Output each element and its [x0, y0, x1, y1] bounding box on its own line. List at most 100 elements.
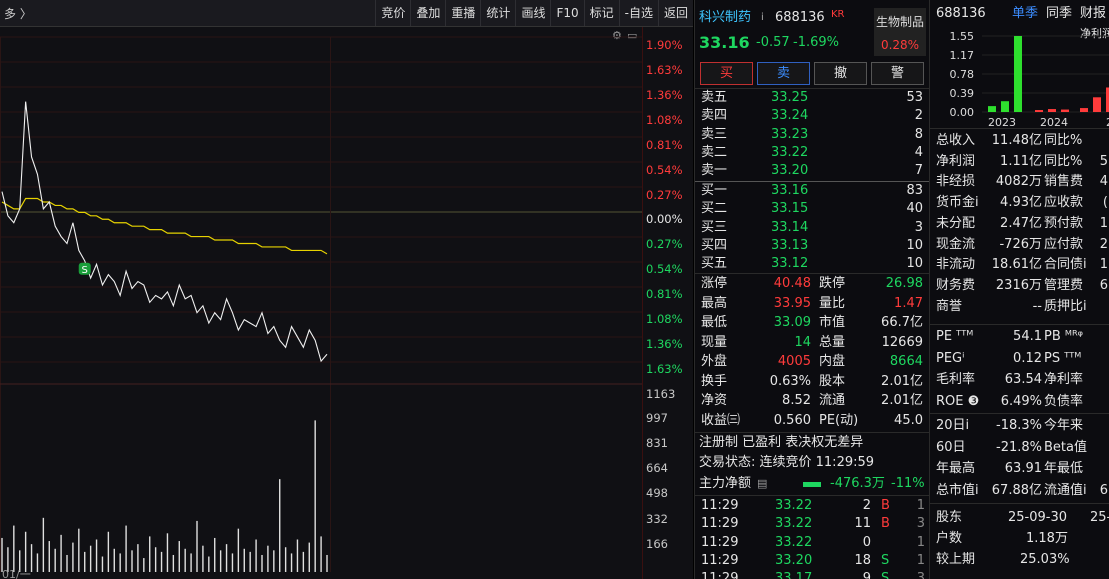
stat-label: 股本 [819, 373, 846, 389]
fin-label: 年最高 [936, 461, 976, 476]
holders-label: 股东 [936, 510, 963, 525]
fin-label: 非流动 [936, 257, 976, 273]
fin-row: 60日 -21.8% Beta值 [930, 438, 1109, 458]
order-book-row[interactable]: 卖三 33.23 8 [695, 126, 929, 144]
toolbar-button-5[interactable]: F10 [550, 0, 583, 26]
volume-axis-label: 1163 [646, 387, 676, 401]
fin-label: 总收入 [936, 133, 976, 148]
order-book-volume: 2 [914, 108, 923, 124]
tick-side: B [881, 498, 890, 513]
stock-tags: 注册制 已盈利 表决权无差异 [699, 435, 864, 450]
fin-bar [1080, 108, 1088, 112]
order-book-volume: 10 [906, 256, 923, 272]
stat-value: 0.560 [773, 412, 811, 428]
tick-volume: 11 [854, 516, 871, 532]
order-book-price: 33.15 [771, 201, 809, 217]
fin-value: 18.61亿 [991, 257, 1042, 273]
order-book-row[interactable]: 买五 33.12 10 [695, 255, 929, 273]
price-volume-chart[interactable]: S [0, 27, 643, 579]
stat-row: 涨停 40.48 跌停 26.98 [695, 275, 929, 293]
tick-side: S [881, 571, 890, 579]
volume-axis-label: 498 [646, 486, 668, 500]
tick-count: 1 [916, 552, 925, 568]
stock-name[interactable]: 科兴制药 [699, 9, 751, 27]
stat-value: 33.09 [773, 315, 811, 330]
toolbar-button-2[interactable]: 重播 [445, 0, 480, 26]
stat-value: 4005 [777, 354, 811, 369]
flow-detail-icon[interactable]: ▤ [757, 475, 767, 493]
toolbar-button-3[interactable]: 统计 [480, 0, 515, 26]
fin-label: 商誉 [936, 298, 963, 314]
order-book-row[interactable]: 卖二 33.22 4 [695, 144, 929, 162]
tab-report[interactable]: 财报 [1080, 4, 1106, 24]
order-book-row[interactable]: 卖一 33.20 7 [695, 162, 929, 180]
stat-row: 最高 33.95 量比 1.47 [695, 295, 929, 313]
tick-volume: 2 [862, 498, 871, 513]
holders-date: 25-09-30 [1008, 510, 1068, 525]
net-profit-chart[interactable]: 1.551.170.780.390.002023202420 [930, 28, 1109, 128]
order-book-row[interactable]: 买一 33.16 83 [695, 182, 929, 200]
volume-axis-label: 664 [646, 461, 668, 475]
stat-value: 45.0 [894, 412, 923, 428]
toolbar-button-4[interactable]: 画线 [515, 0, 550, 26]
fin-label: PEGⁱ [936, 350, 965, 366]
fin-label: PB ᴹᴿᵠ [1044, 329, 1084, 344]
order-book-row[interactable]: 卖四 33.24 2 [695, 107, 929, 125]
toolbar-button-7[interactable]: -自选 [618, 0, 658, 26]
fin-label: 同比% [1044, 153, 1083, 169]
alert-button[interactable]: 警 [871, 62, 924, 85]
fin-value: 6.49% [1000, 393, 1042, 409]
fin-row: 财务费 2316万 管理费 6 [930, 276, 1109, 296]
flow-bar [803, 482, 821, 487]
order-book-price: 33.24 [771, 108, 809, 124]
tick-price: 33.22 [775, 516, 813, 532]
fin-label: 质押比i [1044, 298, 1087, 314]
order-book-label: 买一 [701, 183, 728, 198]
fin-label: 非经损 [936, 174, 976, 190]
financial-panel: 688136 单季 同季 财报 净利润 1.55 1.17 0.78 0.39 0.00… [929, 0, 1109, 579]
order-book-row[interactable]: 买二 33.15 40 [695, 200, 929, 218]
pct-axis-label: 1.36% [646, 337, 683, 351]
order-book-volume: 7 [914, 163, 923, 179]
buy-button[interactable]: 买 [700, 62, 753, 85]
tab-same-quarter[interactable]: 同季 [1046, 4, 1072, 24]
order-book-row[interactable]: 卖五 33.25 53 [695, 89, 929, 107]
volume-axis-label: 831 [646, 436, 668, 450]
fin-bar [988, 106, 996, 112]
cancel-order-button[interactable]: 撤 [814, 62, 867, 85]
order-book-volume: 8 [914, 126, 923, 142]
tick-row: 11:29 33.17 9 S 3 [695, 570, 929, 579]
fin-row: 现金流 -726万 应付款 2 [930, 235, 1109, 255]
stat-label: 外盘 [701, 354, 728, 369]
stat-value: 26.98 [885, 276, 923, 291]
order-book-row[interactable]: 买四 33.13 10 [695, 237, 929, 255]
fin-row: 商誉 -- 质押比i [930, 297, 1109, 317]
more-menu[interactable]: 多 〉 [4, 5, 32, 22]
sell-button[interactable]: 卖 [757, 62, 810, 85]
volume-axis-label: 332 [646, 512, 668, 526]
fin-label: 60日 [936, 439, 966, 455]
fin-bar [1035, 110, 1043, 112]
toolbar-button-8[interactable]: 返回 [657, 0, 693, 26]
toolbar-button-1[interactable]: 叠加 [410, 0, 445, 26]
fin-label: PE ᵀᵀᴹ [936, 329, 974, 344]
toolbar-button-0[interactable]: 竞价 [375, 0, 410, 26]
chart-toolbar: 多 〉 竞价 叠加 重播 统计 画线 F10 标记 -自选 返回 [0, 0, 693, 27]
fin-row: ROE ❸ 6.49% 负债率 [930, 392, 1109, 412]
fin-label: 年最低 [1044, 461, 1084, 476]
order-book-label: 卖三 [701, 126, 728, 142]
stock-info-icon[interactable]: i [761, 9, 764, 27]
order-book-row[interactable]: 买三 33.14 3 [695, 219, 929, 237]
tab-quarterly[interactable]: 单季 [1012, 4, 1038, 24]
fin-bar [1048, 109, 1056, 112]
households-value: 1.18万 [1026, 531, 1068, 546]
toolbar-button-6[interactable]: 标记 [583, 0, 619, 26]
stat-value: 8664 [889, 354, 923, 369]
tick-row: 11:29 33.22 0 1 [695, 534, 929, 552]
fin-y-label: 0.39 [950, 87, 975, 100]
stat-label: 最高 [701, 295, 728, 311]
fin-x-label: 2023 [988, 116, 1016, 128]
fin-row: PE ᵀᵀᴹ 54.1 PB ᴹᴿᵠ [930, 327, 1109, 347]
stat-label: 净资 [701, 393, 728, 408]
fin-x-label: 2024 [1040, 116, 1068, 128]
